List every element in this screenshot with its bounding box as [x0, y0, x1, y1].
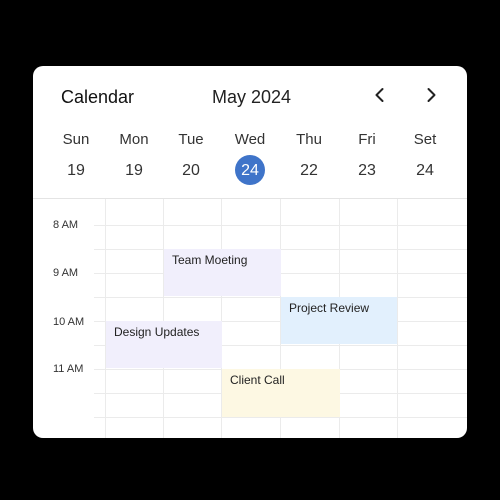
grid-column-line — [163, 199, 164, 438]
day-name: Mon — [119, 131, 149, 148]
time-grid[interactable]: 8 AM 9 AM 10 AM 11 AM Team Moeting Proje… — [33, 198, 467, 438]
time-label: 9 AM — [53, 267, 79, 279]
day-name: Set — [413, 131, 437, 148]
day-date: 20 — [182, 162, 200, 179]
day-name: Tue — [178, 131, 204, 148]
day-name: Fri — [358, 131, 376, 148]
event-design-updates[interactable]: Design Updates — [106, 321, 222, 368]
day-name: Thu — [296, 131, 322, 148]
chevron-left-icon — [375, 88, 384, 102]
day-date: 22 — [300, 162, 318, 179]
next-month-button[interactable] — [420, 84, 442, 106]
grid-column-line — [397, 199, 398, 438]
event-title: Team Moeting — [172, 253, 248, 267]
event-title: Project Review — [289, 301, 370, 315]
day-date: 19 — [67, 162, 85, 179]
day-date-selected: 24 — [241, 162, 259, 179]
chevron-right-icon — [427, 88, 436, 102]
previous-month-button[interactable] — [369, 84, 391, 106]
grid-column-line — [105, 199, 106, 438]
time-label: 11 AM — [53, 363, 84, 375]
event-project-review[interactable]: Project Review — [281, 297, 397, 344]
day-name: Wed — [234, 131, 266, 148]
day-date: 19 — [125, 162, 143, 179]
day-date: 24 — [416, 162, 434, 179]
event-title: Client Call — [230, 373, 285, 387]
time-label: 8 AM — [53, 219, 79, 231]
day-date: 23 — [358, 162, 376, 179]
month-label: May 2024 — [212, 87, 292, 107]
event-team-meeting[interactable]: Team Moeting — [164, 249, 281, 296]
time-label: 10 AM — [53, 316, 85, 328]
day-name: Sun — [62, 131, 90, 148]
calendar-title: Calendar — [61, 87, 135, 107]
event-client-call[interactable]: Client Call — [222, 369, 340, 417]
event-title: Design Updates — [114, 325, 200, 339]
calendar-card: Calendar May 2024 Sun 19 Mon 19 Tue 20 W… — [33, 66, 467, 438]
